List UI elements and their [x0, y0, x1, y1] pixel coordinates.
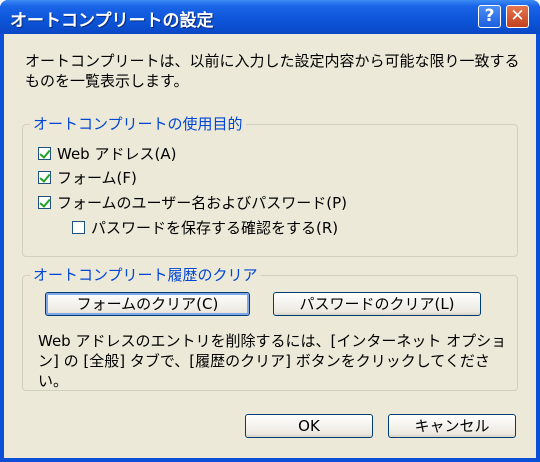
- checkbox-label: フォームのユーザー名およびパスワード(P): [57, 193, 348, 212]
- close-button[interactable]: ✕: [506, 5, 529, 28]
- usage-group-legend: オートコンプリートの使用目的: [30, 113, 246, 134]
- checkbox-forms[interactable]: フォーム(F): [38, 167, 137, 187]
- checkbox-web-address[interactable]: Web アドレス(A): [38, 143, 176, 163]
- checkbox-box[interactable]: [72, 220, 85, 234]
- checkbox-label: Web アドレス(A): [57, 144, 177, 163]
- checkbox-label: フォーム(F): [57, 168, 137, 187]
- autocomplete-settings-dialog: オートコンプリートの設定 ? ✕ オートコンプリートは、以前に入力した設定内容か…: [0, 0, 540, 462]
- description-text: オートコンプリートは、以前に入力した設定内容から可能な限り一致するものを一覧表示…: [25, 52, 520, 90]
- history-help-text: Web アドレスのエントリを削除するには、[インターネット オプション] の […: [38, 332, 507, 390]
- checkbox-label: パスワードを保存する確認をする(R): [91, 218, 339, 237]
- help-icon: ?: [484, 6, 495, 26]
- dialog-title: オートコンプリートの設定: [10, 11, 214, 31]
- close-icon: ✕: [510, 6, 525, 26]
- checkbox-box[interactable]: [38, 170, 51, 184]
- ok-button[interactable]: OK: [245, 414, 373, 438]
- title-bar[interactable]: オートコンプリートの設定 ? ✕: [0, 0, 540, 34]
- clear-passwords-button[interactable]: パスワードのクリア(L): [273, 292, 481, 316]
- checkbox-box[interactable]: [38, 195, 51, 209]
- history-group-legend: オートコンプリート履歴のクリア: [30, 264, 261, 285]
- checkbox-confirm-save-password[interactable]: パスワードを保存する確認をする(R): [72, 217, 338, 237]
- checkbox-form-credentials[interactable]: フォームのユーザー名およびパスワード(P): [38, 192, 347, 212]
- checkbox-box[interactable]: [38, 146, 51, 160]
- help-button[interactable]: ?: [478, 5, 501, 28]
- cancel-button[interactable]: キャンセル: [388, 414, 516, 438]
- clear-forms-button[interactable]: フォームのクリア(C): [45, 292, 250, 316]
